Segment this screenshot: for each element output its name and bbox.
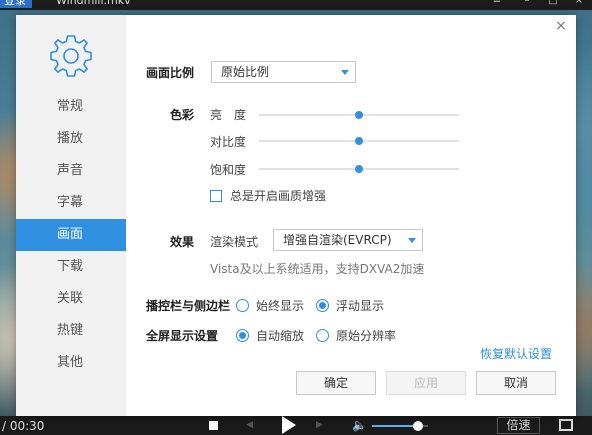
previous-icon[interactable]: ◀ xyxy=(246,421,255,430)
menu-icon[interactable]: ≡ xyxy=(492,0,502,6)
window-close-icon[interactable]: × xyxy=(574,0,584,6)
sidebar-item-7[interactable]: 热键 xyxy=(16,315,126,347)
fullscreen-label: 全屏显示设置 xyxy=(146,329,219,343)
sidebar-item-0[interactable]: 常规 xyxy=(16,91,126,123)
sidebar-item-3[interactable]: 字幕 xyxy=(16,187,126,219)
settings-sidebar: 常规 播放 声音 字幕 画面 下载 关联 热键 其他 xyxy=(16,15,126,416)
play-icon[interactable] xyxy=(282,416,296,434)
brightness-slider[interactable] xyxy=(259,111,459,119)
sidebar-item-6[interactable]: 关联 xyxy=(16,283,126,315)
fullscreen-icon[interactable] xyxy=(559,419,573,431)
controlbar-float-radio[interactable] xyxy=(316,299,329,312)
stop-icon[interactable] xyxy=(209,421,218,430)
file-name: Windmill.mkv xyxy=(56,0,131,7)
chevron-down-icon xyxy=(341,70,349,75)
volume-icon[interactable]: 🔈 xyxy=(352,418,367,432)
volume-fill xyxy=(372,425,418,427)
brightness-knob[interactable] xyxy=(355,111,363,119)
player-control-bar: / 00:30 ◀ ▶ 🔈 倍速 xyxy=(0,416,592,435)
player-title-bar: 登录 Windmill.mkv ≡ – □ × xyxy=(0,0,592,10)
settings-dialog: 常规 播放 声音 字幕 画面 下载 关联 热键 其他 × 画面比例 原始比例 色彩 亮 度 对比… xyxy=(16,15,576,416)
login-button[interactable]: 登录 xyxy=(0,0,32,8)
sidebar-item-8[interactable]: 其他 xyxy=(16,347,126,379)
gear-icon xyxy=(50,35,92,77)
speed-button[interactable]: 倍速 xyxy=(497,417,540,434)
next-icon[interactable]: ▶ xyxy=(316,421,325,430)
controlbar-label: 播控栏与侧边栏 xyxy=(146,299,231,313)
controlbar-always-label: 始终显示 xyxy=(256,299,305,313)
render-mode-note: Vista及以上系统适用，支持DXVA2加速 xyxy=(210,262,425,276)
render-mode-value: 增强自渲染(EVRCP) xyxy=(283,233,392,247)
sidebar-item-5[interactable]: 下载 xyxy=(16,251,126,283)
render-mode-label: 渲染模式 xyxy=(210,235,259,249)
color-label: 色彩 xyxy=(170,108,195,122)
contrast-knob[interactable] xyxy=(355,137,363,145)
enhance-label: 总是开启画质增强 xyxy=(230,189,327,203)
controlbar-always-radio[interactable] xyxy=(236,299,249,312)
volume-slider[interactable] xyxy=(372,421,428,431)
ok-button[interactable]: 确定 xyxy=(296,371,376,395)
enhance-checkbox[interactable] xyxy=(210,190,222,202)
contrast-slider[interactable] xyxy=(259,137,459,145)
fullscreen-original-radio[interactable] xyxy=(316,329,329,342)
saturation-knob[interactable] xyxy=(355,165,363,173)
time-display: / 00:30 xyxy=(2,419,45,433)
fullscreen-auto-label: 自动缩放 xyxy=(256,329,305,343)
volume-knob[interactable] xyxy=(412,421,423,431)
saturation-label: 饱和度 xyxy=(210,163,247,177)
sidebar-item-2[interactable]: 声音 xyxy=(16,155,126,187)
aspect-select-value: 原始比例 xyxy=(221,65,270,79)
aspect-select[interactable]: 原始比例 xyxy=(211,61,356,83)
maximize-icon[interactable]: □ xyxy=(548,0,558,6)
fullscreen-auto-radio[interactable] xyxy=(236,329,249,342)
close-icon[interactable]: × xyxy=(554,19,568,33)
saturation-slider[interactable] xyxy=(259,165,459,173)
apply-button[interactable]: 应用 xyxy=(386,371,466,395)
sidebar-item-1[interactable]: 播放 xyxy=(16,123,126,155)
contrast-label: 对比度 xyxy=(210,135,247,149)
render-mode-select[interactable]: 增强自渲染(EVRCP) xyxy=(273,229,423,251)
minimize-icon[interactable]: – xyxy=(522,0,532,6)
brightness-label: 亮 度 xyxy=(210,108,247,122)
chevron-down-icon xyxy=(408,238,416,243)
effect-label: 效果 xyxy=(170,235,195,249)
controlbar-float-label: 浮动显示 xyxy=(336,299,385,313)
aspect-label: 画面比例 xyxy=(146,66,195,80)
restore-defaults-link[interactable]: 恢复默认设置 xyxy=(480,346,552,362)
sidebar-item-4[interactable]: 画面 xyxy=(16,219,126,251)
cancel-button[interactable]: 取消 xyxy=(476,371,556,395)
fullscreen-original-label: 原始分辨率 xyxy=(336,329,397,343)
